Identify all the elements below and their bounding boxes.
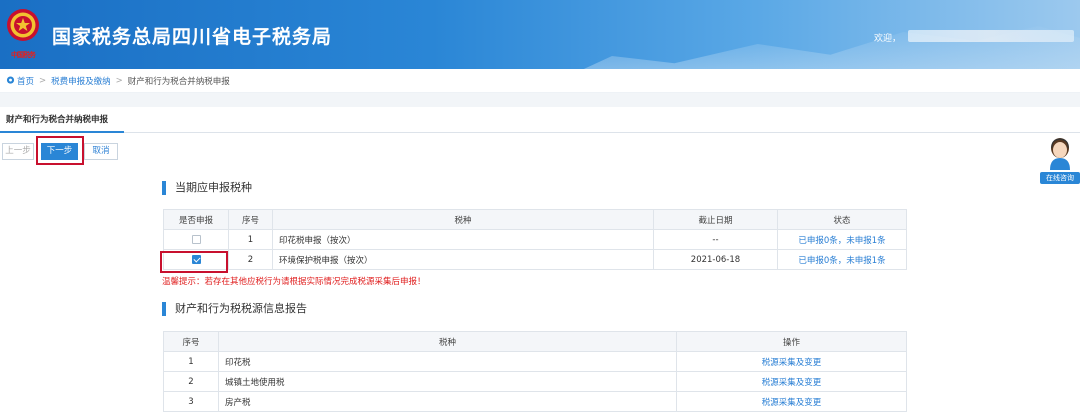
table-row: 2 环境保护税申报（按次） 2021-06-18 已申报0条，未申报1条 [163, 249, 907, 270]
row-no: 2 [163, 371, 219, 392]
table-row: 1 印花税 税源采集及变更 [163, 351, 907, 372]
table-row: 1 印花税申报（按次） -- 已申报0条，未申报1条 [163, 229, 907, 250]
action-cell: 税源采集及变更 [676, 391, 907, 412]
breadcrumb-separator: > [115, 75, 123, 86]
content-gap [0, 93, 1080, 107]
deadline: -- [653, 229, 778, 250]
warm-tip-text: 温馨提示：若存在其他应税行为请根据实际情况完成税源采集后申报！ [162, 277, 426, 287]
col-header-no: 序号 [163, 331, 219, 352]
status-link[interactable]: 已申报0条，未申报1条 [798, 256, 885, 266]
col-header-no: 序号 [228, 209, 273, 230]
table-row: 2 城镇土地使用税 税源采集及变更 [163, 371, 907, 392]
tax-emblem-icon [7, 9, 39, 41]
tax-type: 印花税 [218, 351, 677, 372]
tab-bar: 财产和行为税合并纳税申报 [0, 107, 1080, 133]
tax-source-report-table: 序号 税种 操作 1 印花税 税源采集及变更 2 城镇土地使用税 税源采集及变更… [163, 331, 907, 412]
status-cell: 已申报0条，未申报1条 [777, 249, 907, 270]
action-cell: 税源采集及变更 [676, 351, 907, 372]
tax-type: 房产税 [218, 391, 677, 412]
emblem-caption: 中国税务 [11, 51, 36, 59]
deadline: 2021-06-18 [653, 249, 778, 270]
current-tax-types-table: 是否申报 序号 税种 截止日期 状态 1 印花税申报（按次） -- 已申报0条，… [163, 209, 907, 270]
tab-property-behavior-tax[interactable]: 财产和行为税合并纳税申报 [0, 107, 124, 133]
tax-type: 城镇土地使用税 [218, 371, 677, 392]
breadcrumb-tax-filing-link[interactable]: 税费申报及缴纳 [51, 75, 111, 87]
action-cell: 税源采集及变更 [676, 371, 907, 392]
col-header-action: 操作 [676, 331, 907, 352]
row-no: 3 [163, 391, 219, 412]
collect-change-link[interactable]: 税源采集及变更 [762, 358, 822, 368]
online-consult-widget[interactable]: 在线咨询 [1040, 134, 1080, 186]
next-step-button[interactable]: 下一步 [41, 143, 78, 160]
declare-cell [163, 249, 229, 270]
declare-checkbox[interactable] [191, 254, 201, 264]
tax-type: 环境保护税申报（按次） [272, 249, 654, 270]
tax-type: 印花税申报（按次） [272, 229, 654, 250]
breadcrumb-current: 财产和行为税合并纳税申报 [127, 76, 230, 87]
customer-service-avatar-icon [1050, 138, 1070, 170]
status-link[interactable]: 已申报0条，未申报1条 [798, 236, 885, 246]
collect-change-link[interactable]: 税源采集及变更 [762, 378, 822, 388]
declare-cell [163, 229, 229, 250]
col-header-tax-type: 税种 [218, 331, 677, 352]
location-pin-icon [6, 76, 15, 84]
breadcrumb-home-link[interactable]: 首页 [17, 75, 34, 87]
col-header-tax-type: 税种 [272, 209, 654, 230]
site-header: 中国税务 国家税务总局四川省电子税务局 欢迎， [0, 0, 1080, 69]
section-current-tax-types-title: 当期应申报税种 [162, 181, 252, 195]
row-no: 1 [228, 229, 273, 250]
declare-checkbox[interactable] [191, 234, 201, 244]
user-name-redacted [908, 30, 1074, 42]
great-wall-banner [560, 26, 1080, 69]
breadcrumb: 首页 > 税费申报及缴纳 > 财产和行为税合并纳税申报 [0, 69, 1080, 93]
col-header-declare: 是否申报 [163, 209, 229, 230]
section-tax-source-report-title: 财产和行为税税源信息报告 [162, 302, 307, 316]
table-row: 3 房产税 税源采集及变更 [163, 391, 907, 412]
breadcrumb-separator: > [39, 75, 47, 86]
online-consult-label[interactable]: 在线咨询 [1040, 172, 1080, 184]
col-header-status: 状态 [777, 209, 907, 230]
collect-change-link[interactable]: 税源采集及变更 [762, 398, 822, 408]
site-title: 国家税务总局四川省电子税务局 [52, 26, 333, 48]
status-cell: 已申报0条，未申报1条 [777, 229, 907, 250]
cancel-button[interactable]: 取消 [84, 143, 118, 160]
welcome-text: 欢迎， [874, 34, 902, 44]
row-no: 2 [228, 249, 273, 270]
col-header-deadline: 截止日期 [653, 209, 778, 230]
previous-step-button[interactable]: 上一步 [2, 143, 34, 160]
row-no: 1 [163, 351, 219, 372]
